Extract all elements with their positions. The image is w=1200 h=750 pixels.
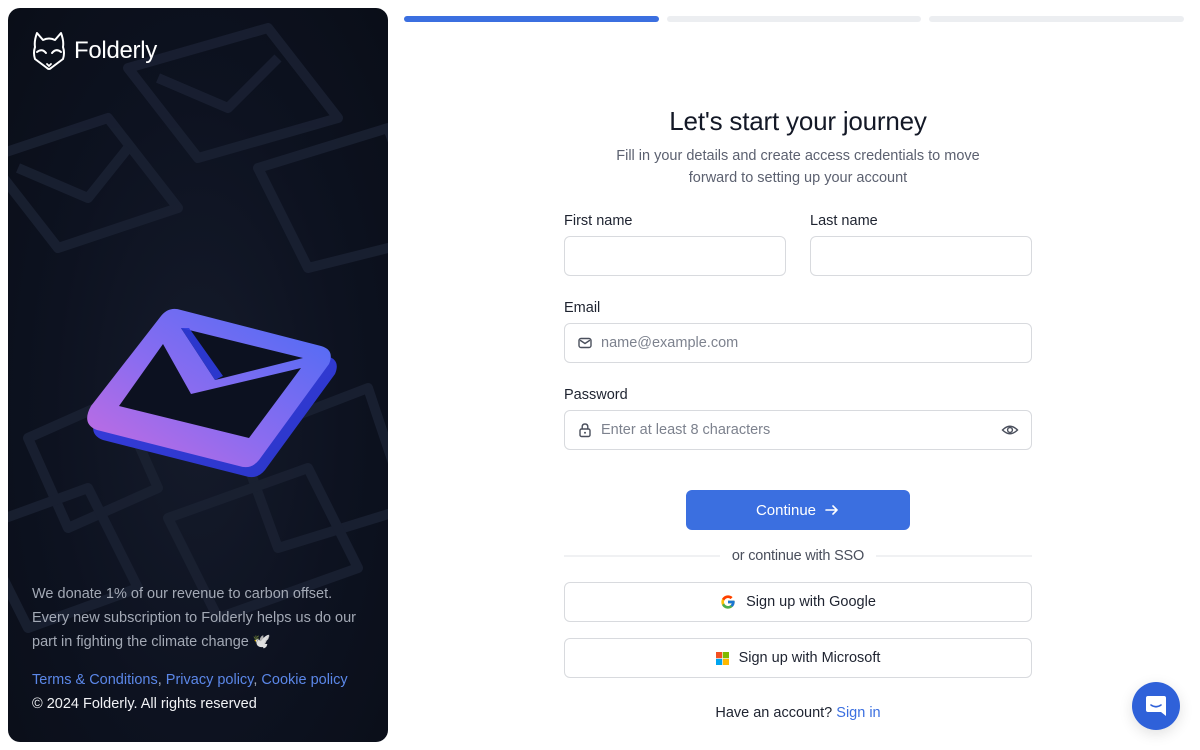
brand-name: Folderly <box>74 37 157 64</box>
first-name-input-wrapper <box>564 236 786 276</box>
donation-message: We donate 1% of our revenue to carbon of… <box>32 586 356 650</box>
envelope-illustration <box>87 308 337 478</box>
lock-icon <box>579 423 591 438</box>
sign-in-link[interactable]: Sign in <box>836 705 880 721</box>
progress-step <box>929 16 1185 22</box>
page-subtitle: Fill in your details and create access c… <box>616 148 980 186</box>
password-label: Password <box>564 387 628 403</box>
first-name-label: First name <box>564 213 633 229</box>
email-input-wrapper <box>564 323 1032 363</box>
promo-panel: Folderly We donate 1% of our revenue to … <box>8 8 388 742</box>
google-signup-label: Sign up with Google <box>746 594 876 610</box>
microsoft-icon <box>715 651 729 665</box>
eye-icon[interactable] <box>1001 422 1019 438</box>
first-name-input[interactable] <box>577 248 773 264</box>
fox-logo-icon <box>33 32 65 70</box>
microsoft-signup-label: Sign up with Microsoft <box>738 650 881 666</box>
last-name-label: Last name <box>810 213 878 229</box>
password-input-wrapper <box>564 410 1032 450</box>
sign-in-prompt: Have an account? Sign in <box>564 705 1032 721</box>
google-signup-button[interactable]: Sign up with Google <box>564 582 1032 622</box>
divider-line <box>876 555 1032 557</box>
terms-link[interactable]: Terms & Conditions <box>32 672 158 688</box>
page-title: Let's start your journey <box>669 106 927 136</box>
step-progress <box>404 16 1185 22</box>
cookie-policy-link[interactable]: Cookie policy <box>261 672 347 688</box>
sso-divider: or continue with SSO <box>564 548 1032 564</box>
chat-widget-button[interactable] <box>1132 682 1180 730</box>
copyright: © 2024 Folderly. All rights reserved <box>32 696 257 712</box>
promo-footer: We donate 1% of our revenue to carbon of… <box>32 582 368 716</box>
google-icon <box>721 595 735 609</box>
email-input[interactable] <box>601 335 1019 351</box>
link-separator: , <box>157 672 166 688</box>
chat-icon <box>1146 696 1166 716</box>
last-name-input[interactable] <box>823 248 1019 264</box>
last-name-field: Last name <box>810 213 1032 276</box>
password-input[interactable] <box>601 422 993 438</box>
have-account-text: Have an account? <box>715 705 833 721</box>
last-name-input-wrapper <box>810 236 1032 276</box>
progress-step <box>666 16 922 22</box>
name-row: First name Last name <box>564 213 1032 276</box>
legal-links: Terms & Conditions, Privacy policy, Cook… <box>32 668 368 692</box>
arrow-right-icon <box>825 505 838 515</box>
signup-form: Let's start your journey Fill in your de… <box>564 104 1032 721</box>
continue-button-label: Continue <box>755 501 817 519</box>
password-field: Password <box>564 387 1032 450</box>
mail-icon <box>578 337 592 349</box>
sso-divider-text: or continue with SSO <box>731 548 865 564</box>
sso-buttons: Sign up with Google Sign up with Microso… <box>564 582 1032 678</box>
progress-step <box>404 16 659 22</box>
first-name-field: First name <box>564 213 786 276</box>
email-field: Email <box>564 300 1032 363</box>
brand-logo[interactable]: Folderly <box>32 31 157 71</box>
continue-button[interactable]: Continue <box>686 490 910 530</box>
microsoft-signup-button[interactable]: Sign up with Microsoft <box>564 638 1032 678</box>
signup-page: Folderly We donate 1% of our revenue to … <box>0 0 1200 750</box>
privacy-policy-link[interactable]: Privacy policy <box>166 672 254 688</box>
email-label: Email <box>564 300 601 316</box>
divider-line <box>564 555 720 557</box>
